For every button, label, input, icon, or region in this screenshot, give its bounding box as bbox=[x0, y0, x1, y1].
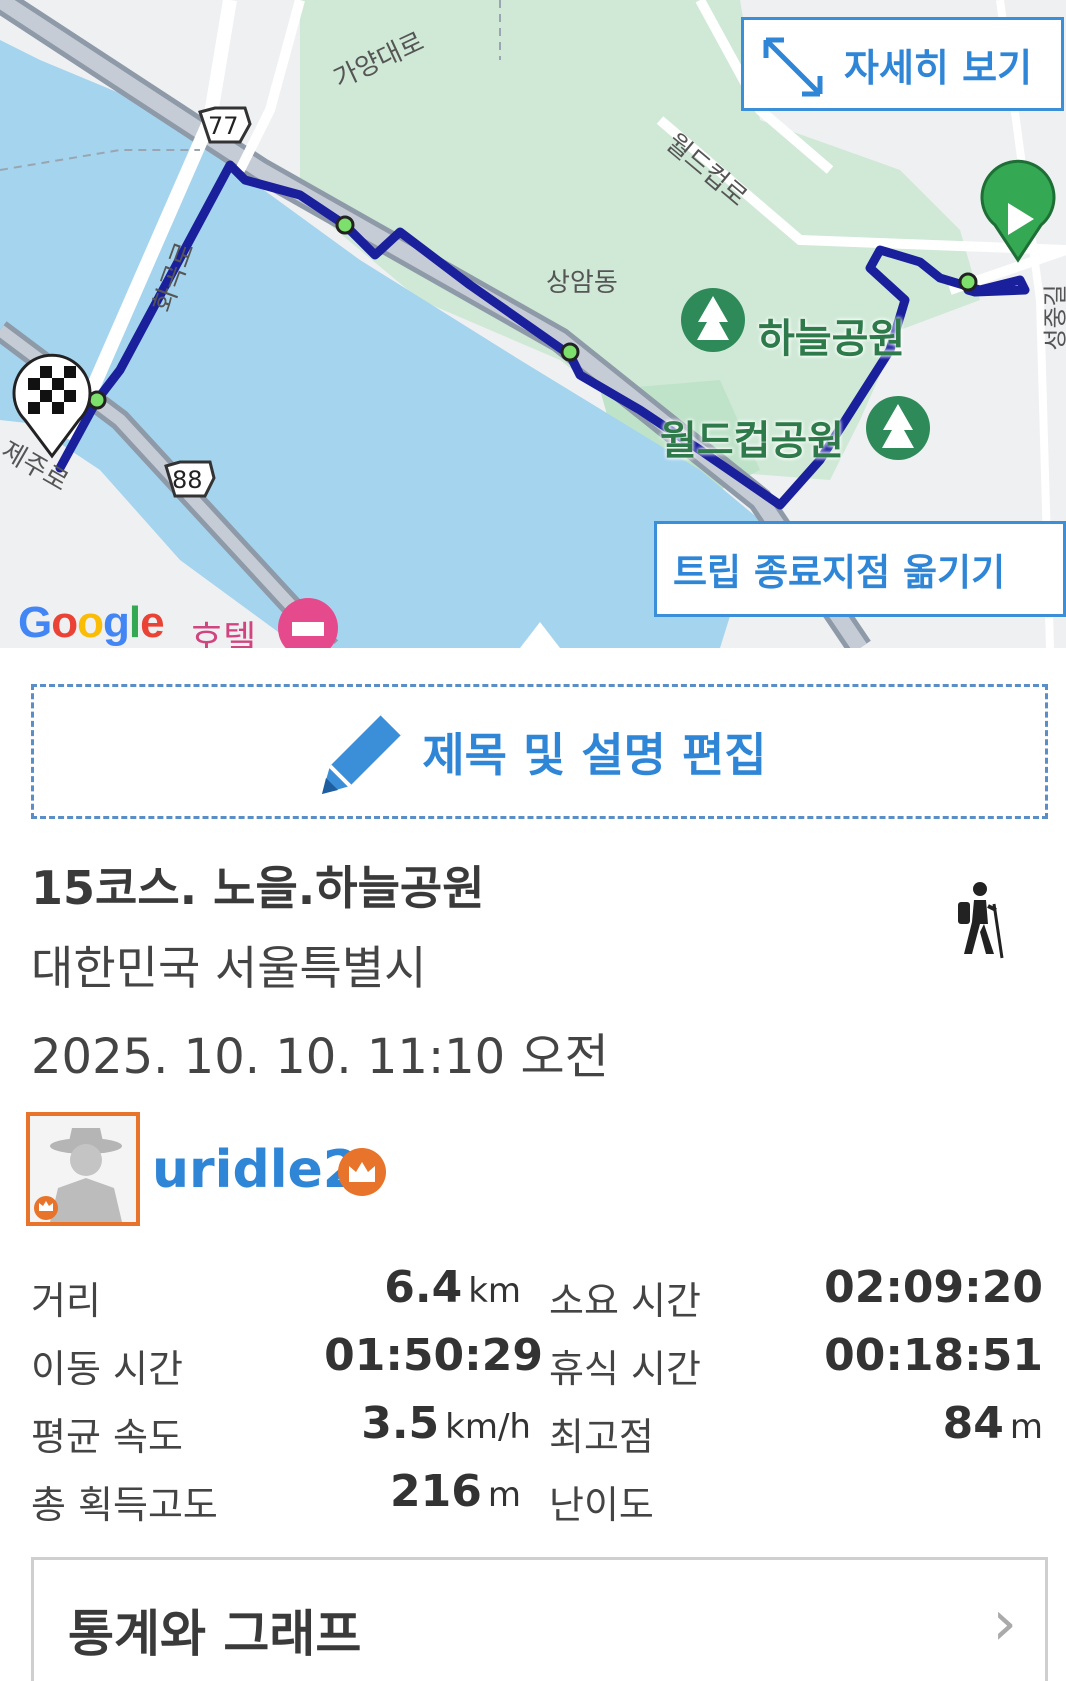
distance-value: 6.4 km bbox=[384, 1262, 521, 1313]
trip-title: 15코스. 노을.하늘공원 bbox=[31, 861, 485, 915]
max-altitude-value: 84 m bbox=[942, 1398, 1043, 1449]
elevation-gain-label: 총 획득고도 bbox=[31, 1483, 218, 1527]
park-pin-icon bbox=[866, 396, 930, 460]
duration-label: 소요 시간 bbox=[549, 1279, 701, 1323]
stats-graph-button[interactable]: 통계와 그래프 › bbox=[31, 1557, 1048, 1681]
username[interactable]: uridle2 bbox=[152, 1140, 359, 1200]
stat-row-distance: 거리 6.4 km 소요 시간 02:09:20 bbox=[31, 1262, 1051, 1323]
district-sangam-label: 상암동 bbox=[546, 268, 618, 298]
moving-time-label: 이동 시간 bbox=[31, 1347, 183, 1391]
park-pin-icon bbox=[681, 288, 745, 352]
park-haneul-label: 하늘공원 bbox=[758, 316, 906, 362]
route-77-label: 77 bbox=[208, 112, 239, 140]
max-altitude-label: 최고점 bbox=[549, 1415, 654, 1459]
avg-speed-value: 3.5 km/h bbox=[361, 1398, 531, 1449]
hotel-label: 호텔 bbox=[190, 619, 257, 648]
crown-icon bbox=[338, 1148, 386, 1196]
trip-location: 대한민국 서울특별시 bbox=[31, 941, 427, 995]
view-detail-label: 자세히 보기 bbox=[844, 45, 1033, 90]
edit-label: 제목 및 설명 편집 bbox=[422, 727, 767, 782]
distance-label: 거리 bbox=[31, 1279, 101, 1323]
difficulty-label: 난이도 bbox=[549, 1483, 654, 1527]
avg-speed-label: 평균 속도 bbox=[31, 1415, 183, 1459]
moving-time-value: 01:50:29 bbox=[324, 1330, 543, 1381]
move-trip-end-label: 트립 종료지점 옮기기 bbox=[673, 551, 1006, 594]
rest-time-value: 00:18:51 bbox=[824, 1330, 1043, 1381]
road-seongju-label: 성중길 bbox=[1041, 284, 1066, 351]
duration-value: 02:09:20 bbox=[824, 1262, 1043, 1313]
view-detail-button[interactable]: 자세히 보기 bbox=[741, 17, 1064, 111]
stat-row-moving: 이동 시간 01:50:29 휴식 시간 00:18:51 bbox=[31, 1330, 1051, 1391]
route-88-label: 88 bbox=[172, 466, 203, 494]
park-worldcup-label: 월드컵공원 bbox=[660, 418, 844, 464]
avatar[interactable] bbox=[26, 1112, 140, 1226]
edit-title-description-button[interactable]: 제목 및 설명 편집 bbox=[31, 684, 1048, 819]
stat-row-gain: 총 획득고도 216 m 난이도 bbox=[31, 1466, 1051, 1527]
stat-row-speed: 평균 속도 3.5 km/h 최고점 84 m bbox=[31, 1398, 1051, 1459]
expand-icon bbox=[763, 37, 823, 97]
hiking-icon bbox=[958, 882, 1004, 959]
chevron-right-icon: › bbox=[992, 1586, 1017, 1659]
user-silhouette-icon bbox=[30, 1116, 136, 1222]
elevation-gain-value: 216 m bbox=[390, 1466, 521, 1517]
stats-graph-label: 통계와 그래프 bbox=[68, 1605, 362, 1663]
google-logo: Google bbox=[18, 598, 165, 647]
rest-time-label: 휴식 시간 bbox=[549, 1347, 701, 1391]
pencil-icon bbox=[322, 712, 404, 794]
trip-date: 2025. 10. 10. 11:10 오전 bbox=[31, 1029, 609, 1085]
move-trip-end-button[interactable]: 트립 종료지점 옮기기 bbox=[654, 521, 1066, 617]
map-view[interactable]: 77 88 가양대로 월드컵로 상암동 화곡로 성중길 제주로 하늘공원 월드컵… bbox=[0, 0, 1066, 648]
